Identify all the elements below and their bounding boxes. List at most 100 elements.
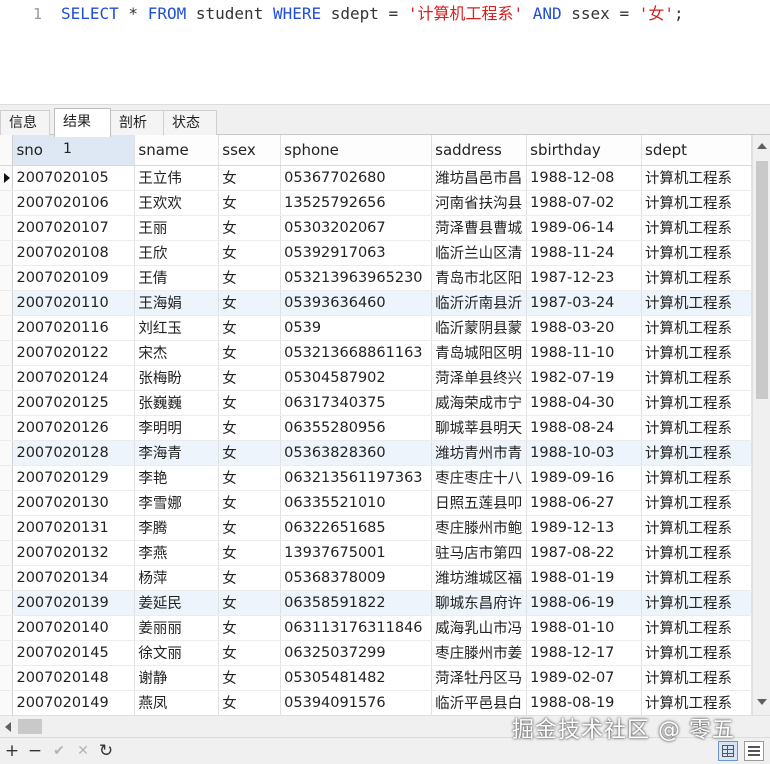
table-row[interactable]: 2007020109 王倩女 053213963965230 青岛市北区阳 1987-1… [0, 265, 752, 291]
cell-ssex[interactable]: 女 [218, 215, 282, 241]
cell-saddress[interactable]: 河南省扶沟县 [431, 190, 528, 216]
table-row[interactable]: 2007020107 王丽女 05303202067 菏泽曹县曹城 1989-06-14… [0, 215, 752, 241]
cell-ssex[interactable]: 女 [218, 265, 282, 291]
cell-sno[interactable]: 2007020125 [12, 390, 136, 416]
cell-sdept[interactable]: 计算机工程系 [641, 240, 752, 266]
cell-sphone[interactable]: 05367702680 [280, 165, 433, 191]
cell-sno[interactable]: 2007020126 [12, 415, 136, 441]
cell-sphone[interactable]: 05392917063 [280, 240, 433, 266]
delete-record-button[interactable]: − [25, 740, 45, 762]
row-indicator[interactable] [0, 240, 14, 266]
table-row[interactable]: 2007020131 李腾女 06322651685 枣庄滕州市鲍 1989-12-13… [0, 515, 752, 541]
cell-sbirthday[interactable]: 1989-02-07 [526, 665, 643, 691]
sql-editor[interactable]: 1 SELECT * FROM student WHERE sdept = '计… [0, 0, 770, 104]
table-row[interactable]: 2007020148 谢静女 05305481482 菏泽牡丹区马 1989-02-07… [0, 665, 752, 691]
row-indicator[interactable] [0, 440, 14, 466]
row-indicator[interactable] [0, 540, 14, 566]
cell-sbirthday[interactable]: 1982-07-19 [526, 365, 643, 391]
cell-sphone[interactable]: 05304587902 [280, 365, 433, 391]
column-header-sno[interactable]: sno [12, 135, 136, 166]
scroll-left-arrow-icon[interactable] [5, 722, 11, 732]
cell-saddress[interactable]: 菏泽牡丹区马 [431, 665, 528, 691]
cell-ssex[interactable]: 女 [218, 315, 282, 341]
row-indicator[interactable] [0, 515, 14, 541]
cell-sphone[interactable]: 0539 [280, 315, 433, 341]
cell-sdept[interactable]: 计算机工程系 [641, 515, 752, 541]
tab-profile[interactable]: 剖析 [110, 110, 164, 136]
row-indicator[interactable] [0, 290, 14, 316]
cell-sno[interactable]: 2007020140 [12, 615, 136, 641]
cell-ssex[interactable]: 女 [218, 340, 282, 366]
cell-sno[interactable]: 2007020106 [12, 190, 136, 216]
cell-sdept[interactable]: 计算机工程系 [641, 565, 752, 591]
cell-sno[interactable]: 2007020128 [12, 440, 136, 466]
cell-sname[interactable]: 李燕 [134, 540, 220, 566]
cell-ssex[interactable]: 女 [218, 490, 282, 516]
cell-sname[interactable]: 李艳 [134, 465, 220, 491]
column-header-ssex[interactable]: ssex [218, 135, 282, 166]
cell-saddress[interactable]: 枣庄枣庄十八 [431, 465, 528, 491]
cell-sdept[interactable]: 计算机工程系 [641, 615, 752, 641]
apply-changes-button[interactable]: ✔ [49, 740, 69, 762]
row-indicator[interactable] [0, 190, 14, 216]
cell-ssex[interactable]: 女 [218, 440, 282, 466]
cell-sbirthday[interactable]: 1988-01-19 [526, 565, 643, 591]
cell-ssex[interactable]: 女 [218, 240, 282, 266]
cell-sphone[interactable]: 06317340375 [280, 390, 433, 416]
cell-ssex[interactable]: 女 [218, 665, 282, 691]
cell-sno[interactable]: 2007020131 [12, 515, 136, 541]
cell-ssex[interactable]: 女 [218, 415, 282, 441]
cell-sphone[interactable]: 13525792656 [280, 190, 433, 216]
vertical-scrollbar[interactable] [752, 135, 770, 715]
column-header-saddress[interactable]: saddress [431, 135, 528, 166]
table-row[interactable]: 2007020132 李燕女 13937675001 驻马店市第四 1987-08-22… [0, 540, 752, 566]
row-indicator[interactable] [0, 365, 14, 391]
cell-sdept[interactable]: 计算机工程系 [641, 290, 752, 316]
cell-ssex[interactable]: 女 [218, 290, 282, 316]
cell-sname[interactable]: 姜丽丽 [134, 615, 220, 641]
cell-sdept[interactable]: 计算机工程系 [641, 340, 752, 366]
row-indicator[interactable] [0, 665, 14, 691]
cell-sname[interactable]: 王立伟 [134, 165, 220, 191]
cell-sno[interactable]: 2007020139 [12, 590, 136, 616]
cell-sname[interactable]: 燕凤 [134, 690, 220, 715]
row-indicator[interactable] [0, 690, 14, 715]
cell-sphone[interactable]: 06322651685 [280, 515, 433, 541]
cell-ssex[interactable]: 女 [218, 590, 282, 616]
cell-saddress[interactable]: 枣庄滕州市姜 [431, 640, 528, 666]
tab-info[interactable]: 信息 [0, 110, 50, 136]
cell-sphone[interactable]: 05393636460 [280, 290, 433, 316]
cell-sno[interactable]: 2007020129 [12, 465, 136, 491]
cell-sdept[interactable]: 计算机工程系 [641, 365, 752, 391]
cell-sbirthday[interactable]: 1989-12-13 [526, 515, 643, 541]
row-indicator[interactable] [0, 465, 14, 491]
cell-saddress[interactable]: 潍坊潍城区福 [431, 565, 528, 591]
cell-sphone[interactable]: 063113176311846 [280, 615, 433, 641]
cell-sname[interactable]: 杨萍 [134, 565, 220, 591]
cell-saddress[interactable]: 菏泽单县终兴 [431, 365, 528, 391]
cell-sbirthday[interactable]: 1989-06-14 [526, 215, 643, 241]
cell-ssex[interactable]: 女 [218, 615, 282, 641]
cell-sno[interactable]: 2007020134 [12, 565, 136, 591]
table-row[interactable]: 2007020140 姜丽丽女 063113176311846 威海乳山市冯 1988-… [0, 615, 752, 641]
cell-sno[interactable]: 2007020149 [12, 690, 136, 715]
cell-sbirthday[interactable]: 1987-03-24 [526, 290, 643, 316]
cell-sname[interactable]: 姜延民 [134, 590, 220, 616]
cell-sbirthday[interactable]: 1988-11-24 [526, 240, 643, 266]
cell-sbirthday[interactable]: 1988-12-17 [526, 640, 643, 666]
cell-sbirthday[interactable]: 1988-03-20 [526, 315, 643, 341]
column-header-sname[interactable]: sname [134, 135, 220, 166]
cell-ssex[interactable]: 女 [218, 640, 282, 666]
cell-sname[interactable]: 王欢欢 [134, 190, 220, 216]
cell-sphone[interactable]: 05368378009 [280, 565, 433, 591]
cell-saddress[interactable]: 青岛市北区阳 [431, 265, 528, 291]
cell-sname[interactable]: 徐文丽 [134, 640, 220, 666]
cell-sno[interactable]: 2007020145 [12, 640, 136, 666]
cell-sphone[interactable]: 05363828360 [280, 440, 433, 466]
cell-sdept[interactable]: 计算机工程系 [641, 265, 752, 291]
cell-saddress[interactable]: 日照五莲县叩 [431, 490, 528, 516]
cell-ssex[interactable]: 女 [218, 465, 282, 491]
table-row[interactable]: 2007020126 李明明女 06355280956 聊城莘县明天 1988-08-2… [0, 415, 752, 441]
cell-saddress[interactable]: 潍坊昌邑市昌 [431, 165, 528, 191]
cell-sbirthday[interactable]: 1988-08-24 [526, 415, 643, 441]
